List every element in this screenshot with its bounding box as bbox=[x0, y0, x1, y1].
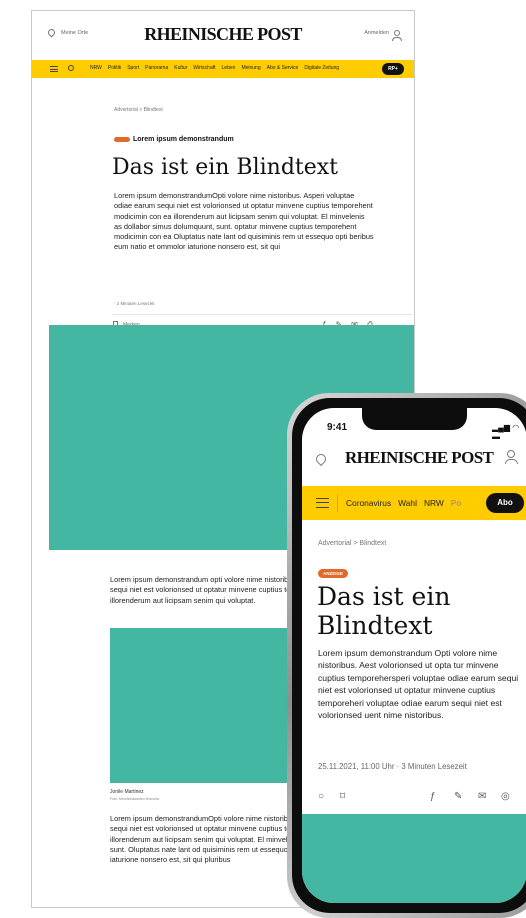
nav-item-panorama[interactable]: Panorama bbox=[145, 65, 168, 71]
article-meta: 25.11.2021, 11:00 Uhr · 3 Minuten Leseze… bbox=[318, 762, 467, 771]
kicker-row: Lorem ipsum demonstrandum bbox=[114, 136, 234, 143]
nav-item-meinung[interactable]: Meinung bbox=[241, 65, 260, 71]
nav-item-nrw[interactable]: NRW bbox=[424, 498, 444, 508]
article-title: Das ist ein Blindtext bbox=[317, 582, 451, 640]
breadcrumb[interactable]: Advertorial > Blindtext bbox=[114, 107, 163, 113]
nav-item-sport[interactable]: Sport bbox=[127, 65, 139, 71]
bookmark-icon[interactable]: ⌑ bbox=[340, 791, 345, 802]
login-label: Anmelden bbox=[364, 30, 389, 36]
menu-icon[interactable] bbox=[50, 66, 58, 72]
nav-item-wahl[interactable]: Wahl bbox=[398, 498, 417, 508]
whatsapp-icon[interactable]: ◎ bbox=[501, 791, 510, 802]
phone-notch bbox=[362, 408, 467, 430]
nav-item-nrw[interactable]: NRW bbox=[90, 65, 102, 71]
comment-icon[interactable]: ○ bbox=[318, 791, 324, 802]
abo-button[interactable]: Abo bbox=[486, 493, 524, 513]
article-intro: Lorem ipsum demonstrandumOpti volore nim… bbox=[114, 191, 374, 252]
status-time: 9:41 bbox=[327, 422, 348, 433]
phone-mockup: 9:41 ▂▄▆ ◠ ▬ RHEINISCHE POST Coronavirus… bbox=[287, 393, 526, 918]
main-navigation: NRW Politik Sport Panorama Kultur Wirtsc… bbox=[32, 60, 414, 78]
search-icon[interactable] bbox=[68, 65, 74, 71]
nav-item-wirtschaft[interactable]: Wirtschaft bbox=[193, 65, 215, 71]
image-credit: Foto: Mmofloriasdmeu Honoriia bbox=[110, 797, 159, 801]
nav-item-kultur[interactable]: Kultur bbox=[174, 65, 187, 71]
nav-items: NRW Politik Sport Panorama Kultur Wirtsc… bbox=[90, 65, 339, 71]
anzeige-badge bbox=[114, 137, 130, 142]
facebook-icon[interactable]: ƒ bbox=[430, 791, 436, 802]
nav-item-coronavirus[interactable]: Coronavirus bbox=[346, 498, 391, 508]
mobile-navigation: Coronavirus Wahl NRW Po Abo bbox=[302, 486, 526, 520]
nav-item-leben[interactable]: Leben bbox=[222, 65, 236, 71]
desktop-header: Meine Orte RHEINISCHE POST Anmelden bbox=[32, 11, 414, 59]
nav-item-politik[interactable]: Po bbox=[451, 498, 461, 508]
site-logo[interactable]: RHEINISCHE POST bbox=[32, 24, 414, 45]
user-icon bbox=[392, 30, 402, 41]
site-logo[interactable]: RHEINISCHE POST bbox=[345, 448, 494, 468]
location-pin-icon[interactable] bbox=[313, 451, 329, 467]
anzeige-badge: ANZEIGE bbox=[318, 569, 348, 578]
article-kicker: Lorem ipsum demonstrandum bbox=[133, 136, 234, 143]
mail-icon[interactable]: ✉ bbox=[478, 791, 486, 802]
article-intro: Lorem ipsum demonstrandum Opti volore ni… bbox=[318, 648, 519, 721]
read-time: · 2 Minuten Lesezeit bbox=[114, 301, 155, 306]
phone-screen: 9:41 ▂▄▆ ◠ ▬ RHEINISCHE POST Coronavirus… bbox=[302, 408, 526, 903]
hero-image bbox=[302, 814, 526, 903]
status-icons: ▂▄▆ ◠ ▬ bbox=[492, 423, 520, 441]
login-link[interactable]: Anmelden bbox=[364, 30, 402, 41]
article-title: Das ist ein Blindtext bbox=[112, 155, 339, 180]
menu-icon[interactable] bbox=[316, 498, 329, 508]
nav-item-digitale-zeitung[interactable]: Digitale Zeitung bbox=[304, 65, 339, 71]
nav-item-politik[interactable]: Politik bbox=[108, 65, 121, 71]
breadcrumb[interactable]: Advertorial > Blindtext bbox=[318, 540, 386, 547]
user-icon[interactable] bbox=[504, 450, 518, 464]
twitter-icon[interactable]: ✎ bbox=[454, 791, 462, 802]
rp-plus-button[interactable]: RP+ bbox=[382, 63, 404, 75]
nav-separator bbox=[337, 494, 338, 512]
nav-items: Coronavirus Wahl NRW Po bbox=[346, 498, 461, 508]
image-caption: Jonile Martinez bbox=[110, 789, 144, 795]
action-bar: ○ ⌑ ƒ ✎ ✉ ◎ bbox=[318, 791, 523, 803]
nav-item-abo-service[interactable]: Abo & Service bbox=[267, 65, 299, 71]
inline-image bbox=[110, 628, 310, 783]
divider bbox=[112, 314, 412, 315]
phone-bezel: 9:41 ▂▄▆ ◠ ▬ RHEINISCHE POST Coronavirus… bbox=[292, 398, 526, 913]
